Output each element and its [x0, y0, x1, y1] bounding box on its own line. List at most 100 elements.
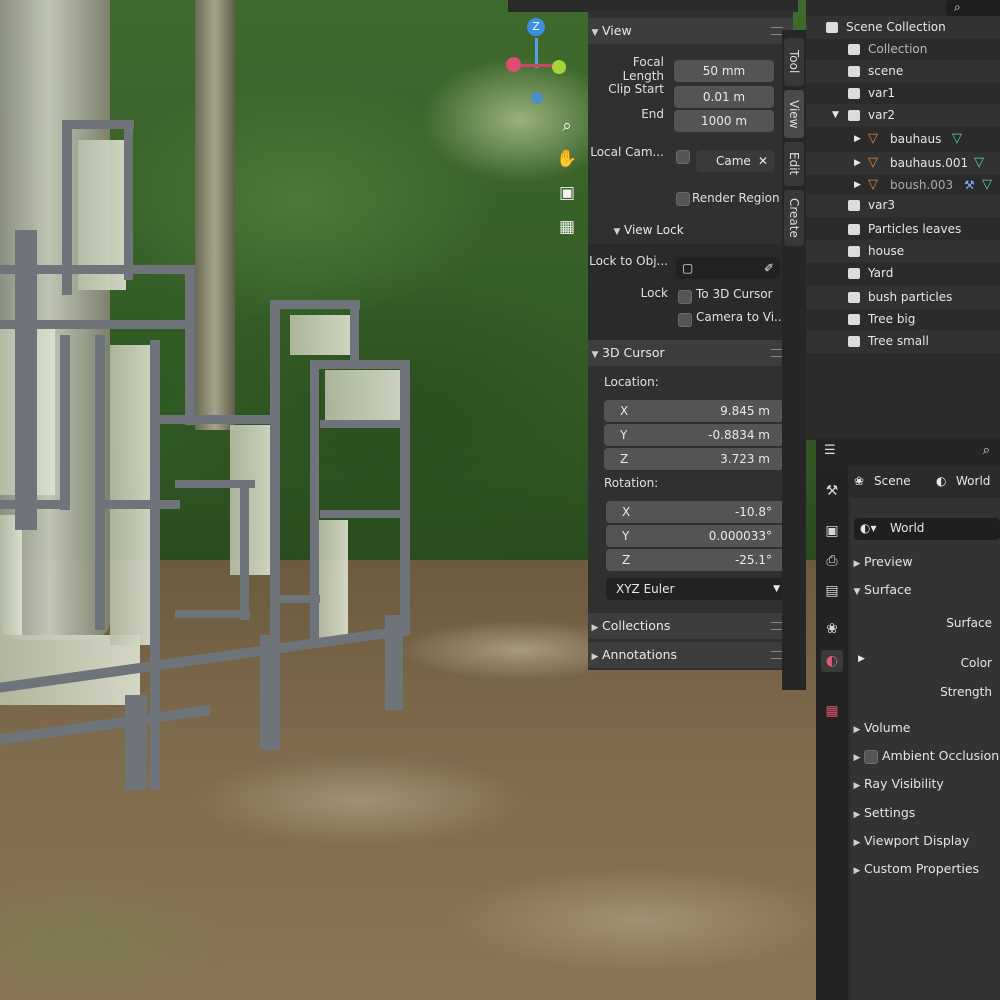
expand-icon[interactable]: ▶ [854, 152, 861, 174]
ambient-occlusion-panel[interactable]: ▶ Ambient Occlusion [850, 744, 1000, 768]
local-camera-label: Local Cam... [590, 145, 664, 159]
breadcrumb-world[interactable]: World [956, 474, 990, 488]
eyedropper-icon[interactable]: ✐ [764, 257, 774, 279]
tab-view[interactable]: View [784, 90, 804, 138]
fence-bar [310, 360, 410, 369]
outliner: ⌕ Scene Collection Collection scene var1… [806, 0, 1000, 440]
mesh-icon[interactable]: ▽ [952, 128, 962, 150]
outliner-item[interactable]: ▼ var2 [806, 104, 1000, 127]
color-expand-icon[interactable]: ▶ [858, 654, 865, 664]
fence-leg [260, 635, 280, 750]
fence-bar [240, 480, 249, 620]
collections-section-header[interactable]: ▶ Collections [588, 613, 793, 639]
breadcrumb-scene[interactable]: Scene [874, 474, 911, 488]
texture-tab-icon[interactable]: ▦ [821, 700, 843, 722]
tool-tab-icon[interactable]: ⚒ [821, 480, 843, 502]
scene-tab-icon[interactable]: ❀ [821, 618, 843, 640]
world-datablock-selector[interactable]: ◐▾ World [854, 518, 1000, 540]
lock-to-3d-cursor-checkbox[interactable] [678, 290, 692, 304]
render-region-checkbox[interactable] [676, 192, 690, 206]
output-tab-icon[interactable]: ⎙ [821, 550, 843, 572]
preview-panel[interactable]: ▶ Preview [850, 550, 1000, 574]
view-layer-tab-icon[interactable]: ▤ [821, 580, 843, 602]
rotation-x-field[interactable]: X -10.8° [606, 501, 786, 523]
render-tab-icon[interactable]: ▣ [821, 520, 843, 542]
settings-panel[interactable]: ▶ Settings [850, 801, 1000, 825]
outliner-search-icon[interactable]: ⌕ [946, 0, 1000, 16]
clip-start-field[interactable]: 0.01 m [674, 86, 774, 108]
viewport-display-panel[interactable]: ▶ Viewport Display [850, 829, 1000, 853]
rotation-mode-dropdown[interactable]: XYZ Euler ▼ [606, 578, 788, 600]
expand-icon[interactable]: ▶ [854, 174, 861, 196]
search-icon[interactable]: ⌕ [983, 443, 990, 458]
perspective-grid-icon[interactable]: ▦ [556, 216, 578, 238]
focal-length-field[interactable]: 50 mm [674, 60, 774, 82]
fence-bar [15, 230, 37, 530]
outliner-item[interactable]: ▶ ▽ bauhaus ▽ [806, 128, 1000, 151]
fence-bar [280, 595, 320, 603]
fence-panel [230, 425, 275, 575]
outliner-item[interactable]: ▶ ▽ bauhaus.001 ▽ [806, 152, 1000, 175]
clip-end-field[interactable]: 1000 m [674, 110, 774, 132]
fence-bar [95, 335, 105, 630]
pan-hand-icon[interactable]: ✋ [556, 148, 578, 170]
bauhaus-fence-model[interactable] [0, 115, 420, 795]
volume-panel[interactable]: ▶ Volume [850, 716, 1000, 740]
outliner-item[interactable]: bush particles [806, 286, 1000, 309]
lock-label: Lock [640, 286, 668, 300]
wrench-icon[interactable]: ⚒ [964, 174, 975, 196]
outliner-item[interactable]: scene [806, 60, 1000, 83]
local-camera-checkbox[interactable] [676, 150, 690, 164]
editor-type-icon[interactable]: ☰ [824, 443, 836, 458]
tab-edit[interactable]: Edit [784, 142, 804, 186]
strength-label: Strength [940, 685, 992, 699]
x-axis-dot[interactable] [506, 57, 521, 72]
view-lock-subheader[interactable]: ▼ View Lock [610, 219, 684, 241]
location-y-field[interactable]: Y -0.8834 m [604, 424, 784, 446]
surface-panel[interactable]: ▼ Surface [850, 578, 1000, 602]
outliner-item[interactable]: var1 [806, 82, 1000, 105]
location-z-field[interactable]: Z 3.723 m [604, 448, 784, 470]
neg-z-axis-dot[interactable] [531, 92, 543, 104]
local-camera-field[interactable]: Came ✕ [696, 150, 774, 172]
outliner-item[interactable]: Tree small [806, 330, 1000, 353]
lock-to-object-field[interactable]: ▢ ✐ [676, 257, 780, 279]
navigation-gizmo[interactable]: Z [500, 14, 580, 114]
location-x-field[interactable]: X 9.845 m [604, 400, 784, 422]
custom-properties-panel[interactable]: ▶ Custom Properties [850, 857, 1000, 881]
expand-icon[interactable]: ▶ [854, 128, 861, 150]
annotations-section-header[interactable]: ▶ Annotations [588, 642, 793, 668]
view-section-header[interactable]: ▼ View [588, 18, 793, 44]
properties-tabs: ⚒ ▣ ⎙ ▤ ❀ ◐ ▦ [816, 466, 848, 1000]
world-tab-icon[interactable]: ◐ [821, 650, 843, 672]
3d-cursor-section-header[interactable]: ▼ 3D Cursor [588, 340, 793, 366]
rotation-z-field[interactable]: Z -25.1° [606, 549, 786, 571]
outliner-item[interactable]: Tree big [806, 308, 1000, 331]
location-label: Location: [604, 375, 659, 389]
fence-bar [320, 420, 405, 428]
camera-view-icon[interactable]: ▣ [556, 182, 578, 204]
outliner-item-scene-collection[interactable]: Scene Collection [806, 16, 1000, 39]
outliner-item[interactable]: Yard [806, 262, 1000, 285]
tab-create[interactable]: Create [784, 190, 804, 246]
z-axis-dot[interactable]: Z [527, 18, 545, 36]
mesh-icon[interactable]: ▽ [974, 152, 984, 174]
to-3d-cursor-label: To 3D Cursor [696, 287, 773, 301]
fence-bar [175, 610, 250, 618]
ray-visibility-panel[interactable]: ▶ Ray Visibility [850, 772, 1000, 796]
expand-icon[interactable]: ▼ [832, 104, 839, 126]
fence-panel [318, 520, 348, 640]
tab-tool[interactable]: Tool [784, 38, 804, 86]
outliner-item[interactable]: Collection [806, 38, 1000, 61]
clear-icon[interactable]: ✕ [758, 150, 768, 172]
zoom-icon[interactable]: ⌕ [556, 115, 578, 137]
ambient-occlusion-checkbox[interactable] [864, 749, 878, 764]
camera-to-view-checkbox[interactable] [678, 313, 692, 327]
sidebar-tabs: Tool View Edit Create [782, 30, 806, 690]
mesh-icon[interactable]: ▽ [982, 174, 992, 196]
outliner-item[interactable]: Particles leaves [806, 218, 1000, 241]
outliner-item[interactable]: house [806, 240, 1000, 263]
y-axis-dot[interactable] [552, 60, 566, 74]
rotation-y-field[interactable]: Y 0.000033° [606, 525, 786, 547]
outliner-item[interactable]: var3 [806, 194, 1000, 217]
